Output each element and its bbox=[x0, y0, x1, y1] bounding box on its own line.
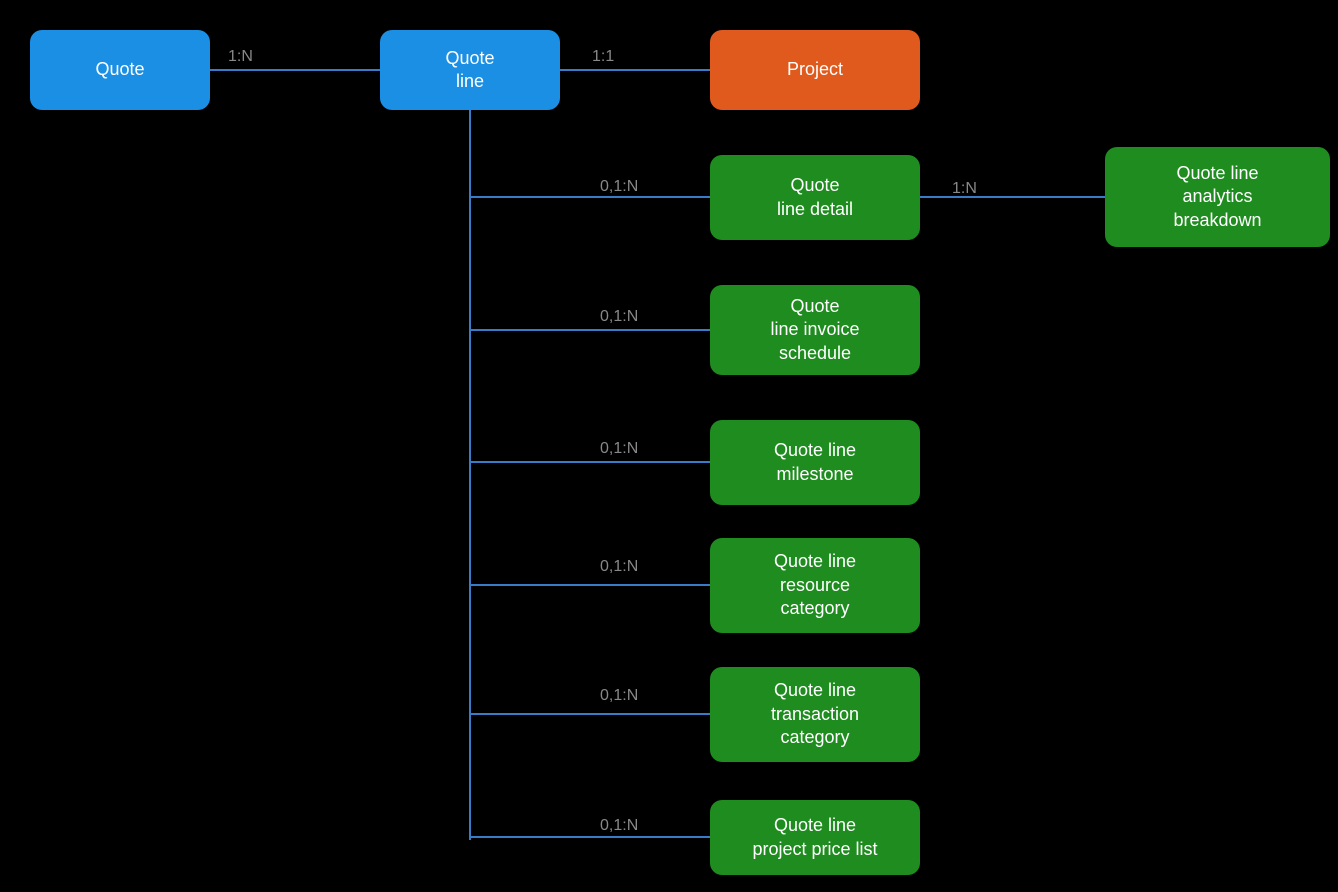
quote-node: Quote bbox=[30, 30, 210, 110]
rel-quoteline-project: 1:1 bbox=[592, 48, 614, 66]
rel-quoteline-transaction: 0,1:N bbox=[600, 687, 638, 705]
diagram-container: Quote Quoteline Project Quoteline detail… bbox=[0, 0, 1338, 892]
project-label: Project bbox=[787, 58, 843, 81]
quote-line-detail-label: Quoteline detail bbox=[777, 174, 853, 221]
quote-line-transaction-label: Quote linetransactioncategory bbox=[771, 679, 859, 749]
quote-line-analytics-node: Quote lineanalyticsbreakdown bbox=[1105, 147, 1330, 247]
rel-quoteline-pricelist: 0,1:N bbox=[600, 817, 638, 835]
quote-line-invoice-label: Quoteline invoiceschedule bbox=[770, 295, 859, 365]
quote-label: Quote bbox=[95, 58, 144, 81]
rel-quoteline-milestone: 0,1:N bbox=[600, 440, 638, 458]
connector-lines bbox=[0, 0, 1338, 892]
quote-line-node: Quoteline bbox=[380, 30, 560, 110]
quote-line-label: Quoteline bbox=[445, 47, 494, 94]
project-node: Project bbox=[710, 30, 920, 110]
quote-line-pricelist-node: Quote lineproject price list bbox=[710, 800, 920, 875]
rel-detail-analytics: 1:N bbox=[952, 180, 977, 198]
quote-line-resource-node: Quote lineresourcecategory bbox=[710, 538, 920, 633]
rel-quote-quoteline: 1:N bbox=[228, 48, 253, 66]
quote-line-invoice-node: Quoteline invoiceschedule bbox=[710, 285, 920, 375]
quote-line-pricelist-label: Quote lineproject price list bbox=[752, 814, 877, 861]
quote-line-detail-node: Quoteline detail bbox=[710, 155, 920, 240]
quote-line-milestone-label: Quote linemilestone bbox=[774, 439, 856, 486]
rel-quoteline-resource: 0,1:N bbox=[600, 558, 638, 576]
rel-quoteline-detail: 0,1:N bbox=[600, 178, 638, 196]
quote-line-transaction-node: Quote linetransactioncategory bbox=[710, 667, 920, 762]
quote-line-milestone-node: Quote linemilestone bbox=[710, 420, 920, 505]
quote-line-analytics-label: Quote lineanalyticsbreakdown bbox=[1173, 162, 1261, 232]
rel-quoteline-invoice: 0,1:N bbox=[600, 308, 638, 326]
quote-line-resource-label: Quote lineresourcecategory bbox=[774, 550, 856, 620]
